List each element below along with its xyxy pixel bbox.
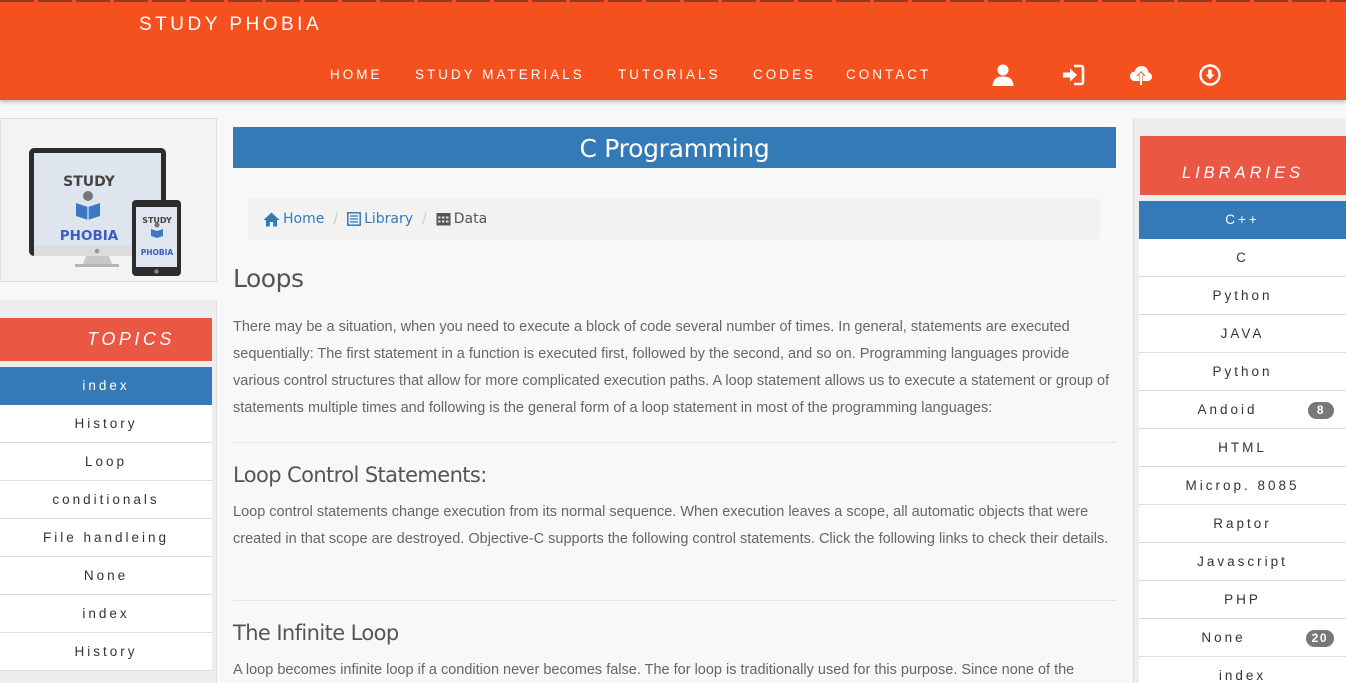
logo-line1: STUDY [63,174,116,190]
library-item-python-2[interactable]: Python [1139,353,1346,391]
topic-item-conditionals[interactable]: conditionals [0,481,212,519]
library-item-php[interactable]: PHP [1139,581,1346,619]
count-badge: 20 [1305,630,1334,647]
nav-contact[interactable]: CONTACT [846,67,931,82]
libraries-list: C++ C Python JAVA Python Andoid 8 HTML Mi… [1139,201,1346,683]
section-divider [233,442,1116,443]
study-phobia-logo[interactable]: STUDY PHOBIA STUDY PHOBIA [1,119,218,283]
section-heading-infinite-loop: The Infinite Loop [233,621,399,645]
section-text-loop-control: Loop control statements change execution… [233,504,1109,547]
user-icon[interactable] [991,63,1015,87]
section-heading-loop-control: Loop Control Statements: [233,463,487,487]
nav-study-materials[interactable]: STUDY MATERIALS [415,67,585,82]
breadcrumb-current: Data [453,211,488,227]
list-icon [347,212,362,226]
breadcrumb-home[interactable]: Home [283,211,324,227]
calendar-icon [436,213,451,226]
library-item-html[interactable]: HTML [1139,429,1346,467]
download-icon[interactable] [1198,63,1222,87]
svg-text:PHOBIA: PHOBIA [141,248,174,257]
library-item-andoid[interactable]: Andoid 8 [1139,391,1346,429]
logo-panel: STUDY PHOBIA STUDY PHOBIA [0,118,217,282]
topic-item-index[interactable]: index [0,367,212,405]
site-brand[interactable]: STUDY PHOBIA [139,14,322,36]
library-item-cpp[interactable]: C++ [1139,201,1346,239]
nav-home[interactable]: HOME [330,67,383,82]
top-border-decoration [0,0,1346,2]
home-icon [263,212,280,226]
topic-item-none[interactable]: None [0,557,212,595]
library-item-index[interactable]: index [1139,657,1346,683]
library-item-raptor[interactable]: Raptor [1139,505,1346,543]
login-icon[interactable] [1061,63,1085,87]
topic-item-index-2[interactable]: index [0,595,212,633]
nav-codes[interactable]: CODES [753,67,816,82]
topic-item-history[interactable]: History [0,405,212,443]
breadcrumb-library[interactable]: Library [364,211,413,227]
topics-list: index History Loop conditionals File han… [0,367,212,671]
topic-item-history-2[interactable]: History [0,633,212,671]
section-text-loops: There may be a situation, when you need … [233,319,1110,416]
topics-heading: TOPICS [0,318,212,361]
library-item-javascript[interactable]: Javascript [1139,543,1346,581]
logo-line2: PHOBIA [60,228,119,244]
upload-icon[interactable] [1129,63,1153,87]
section-heading-loops: Loops [233,264,304,293]
topic-item-file-handleing[interactable]: File handleing [0,519,212,557]
library-item-microp-8085[interactable]: Microp. 8085 [1139,467,1346,505]
libraries-heading: LIBRARIES [1140,136,1346,195]
count-badge: 8 [1308,402,1334,419]
nav-tutorials[interactable]: TUTORIALS [618,67,721,82]
library-item-python[interactable]: Python [1139,277,1346,315]
topic-item-loop[interactable]: Loop [0,443,212,481]
library-item-c[interactable]: C [1139,239,1346,277]
section-divider [233,600,1116,601]
page-title: C Programming [233,127,1116,168]
library-item-none[interactable]: None 20 [1139,619,1346,657]
section-text-infinite-loop: A loop becomes infinite loop if a condit… [233,662,1075,678]
breadcrumb: Home / Library / Data [248,198,1100,240]
top-navbar: STUDY PHOBIA HOME STUDY MATERIALS TUTORI… [0,0,1346,100]
library-item-java[interactable]: JAVA [1139,315,1346,353]
